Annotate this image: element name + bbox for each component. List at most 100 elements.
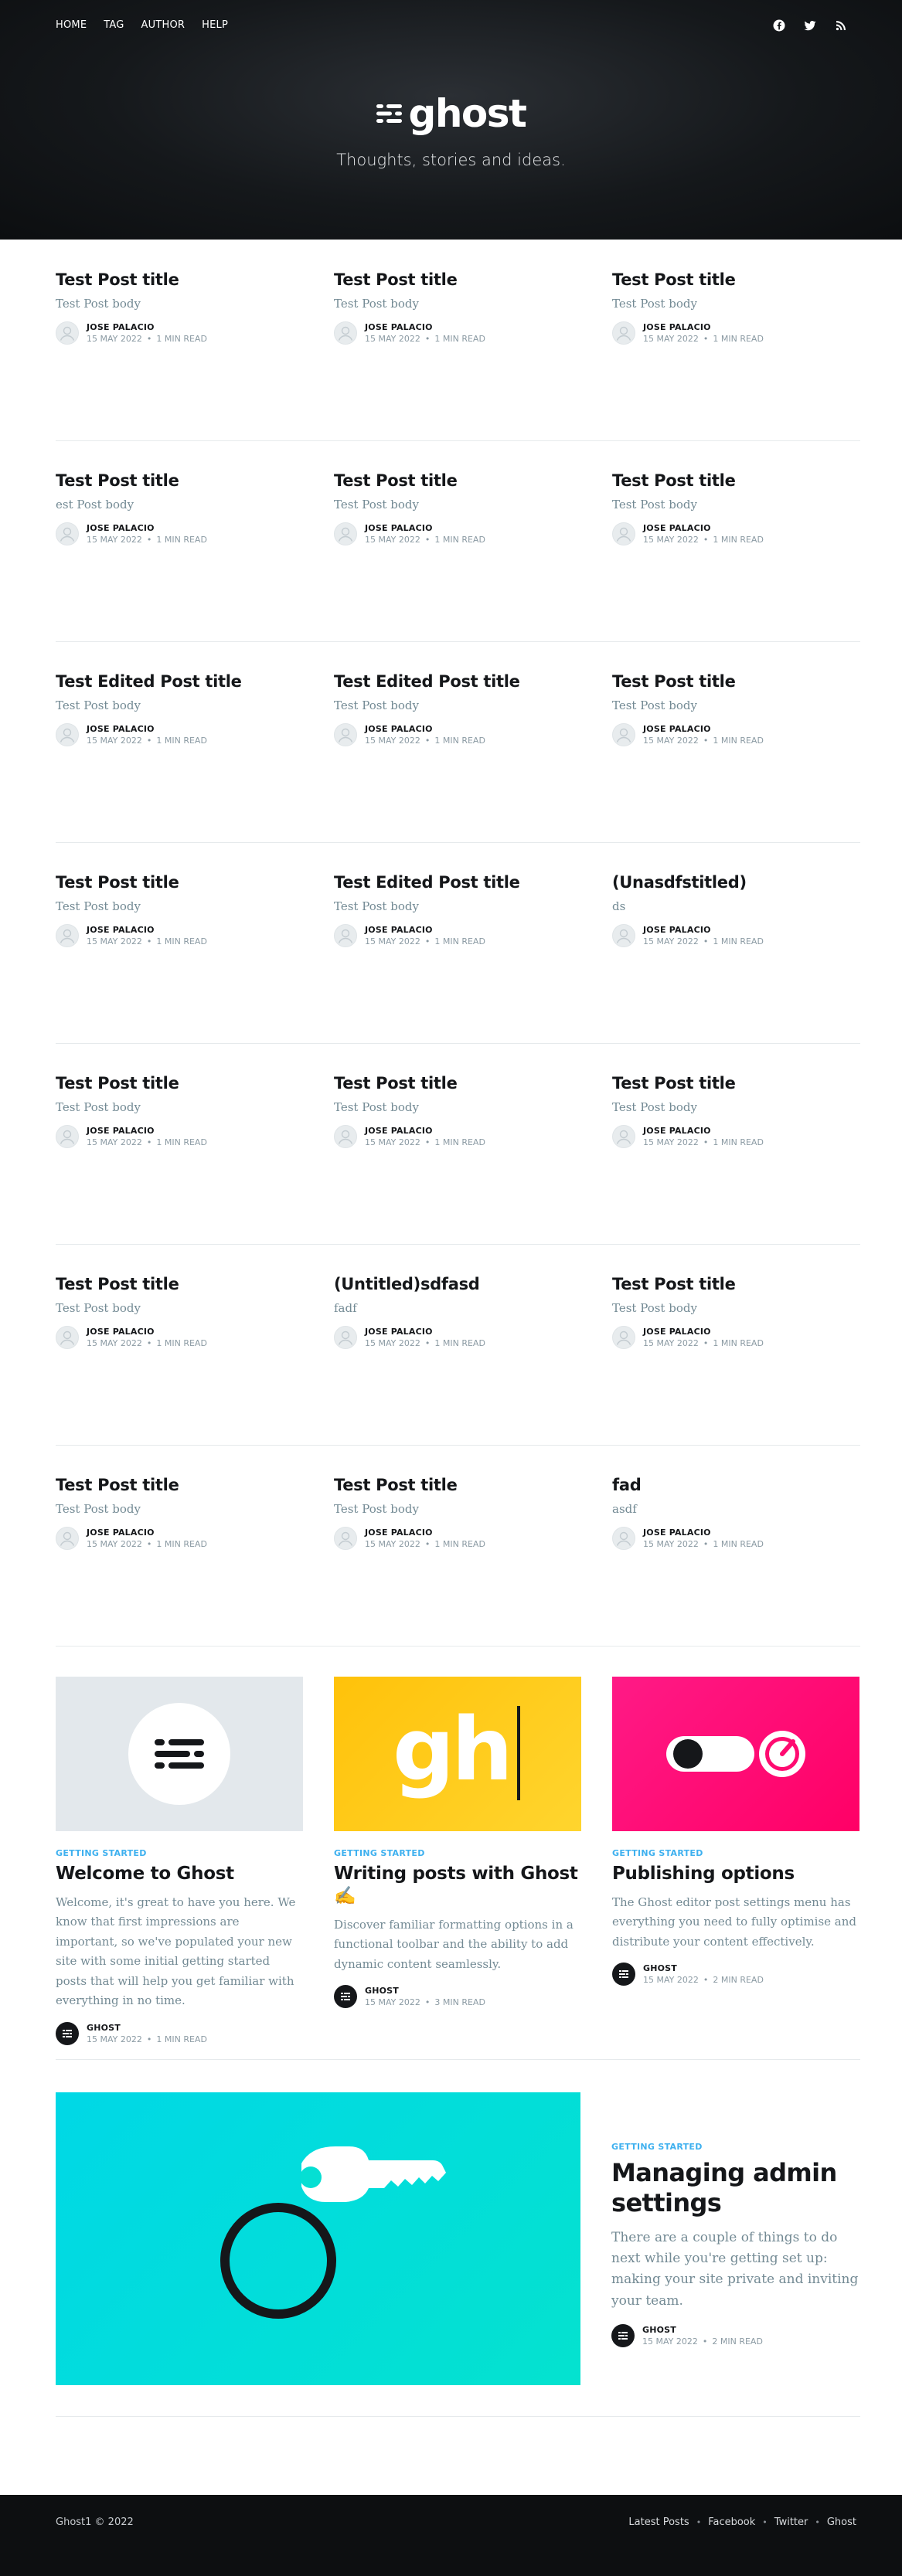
author-name[interactable]: GHOST — [87, 2023, 207, 2033]
post-card[interactable]: Test Edited Post title Test Post body JO… — [334, 672, 581, 747]
post-title[interactable]: Test Edited Post title — [334, 672, 581, 692]
post-title[interactable]: Test Post title — [56, 270, 303, 290]
post-card[interactable]: Test Post title Test Post body JOSE PALA… — [56, 1275, 303, 1350]
author-name[interactable]: JOSE PALACIO — [643, 322, 764, 332]
post-card[interactable]: Test Post title Test Post body JOSE PALA… — [56, 270, 303, 345]
author-avatar[interactable] — [611, 2323, 635, 2347]
post-card[interactable]: Test Edited Post title Test Post body JO… — [56, 672, 303, 747]
site-logo[interactable]: ghost — [0, 94, 902, 133]
rss-icon[interactable] — [834, 19, 848, 32]
post-tag[interactable]: GETTING STARTED — [334, 1848, 581, 1858]
post-card[interactable]: Test Post title Test Post body JOSE PALA… — [334, 270, 581, 345]
post-card[interactable]: Test Edited Post title Test Post body JO… — [334, 873, 581, 948]
author-name[interactable]: GHOST — [643, 1963, 764, 1973]
author-avatar[interactable] — [334, 522, 357, 546]
author-name[interactable]: JOSE PALACIO — [87, 523, 207, 533]
author-name[interactable]: JOSE PALACIO — [365, 1528, 485, 1538]
feature-image[interactable]: gh — [334, 1677, 581, 1831]
post-title[interactable]: Test Post title — [56, 1275, 303, 1294]
post-title[interactable]: (Unasdfstitled) — [612, 873, 859, 892]
author-avatar[interactable] — [334, 321, 357, 345]
author-avatar[interactable] — [612, 1326, 635, 1350]
post-card[interactable]: (Unasdfstitled) ds JOSE PALACIO 15 MAY 20… — [612, 873, 859, 948]
post-title[interactable]: Test Edited Post title — [334, 873, 581, 892]
author-name[interactable]: JOSE PALACIO — [365, 1126, 485, 1136]
post-card[interactable]: Test Post title Test Post body JOSE PALA… — [612, 1074, 859, 1149]
author-name[interactable]: JOSE PALACIO — [365, 523, 485, 533]
post-title[interactable]: Test Post title — [334, 1476, 581, 1495]
post-tag[interactable]: GETTING STARTED — [612, 1848, 859, 1858]
post-title[interactable]: Test Post title — [56, 1476, 303, 1495]
post-title[interactable]: Managing admin settings — [611, 2158, 859, 2218]
post-title[interactable]: fad — [612, 1476, 859, 1495]
author-name[interactable]: JOSE PALACIO — [643, 1126, 764, 1136]
nav-tag[interactable]: TAG — [104, 19, 124, 31]
post-title[interactable]: Test Post title — [612, 1074, 859, 1093]
nav-author[interactable]: AUTHOR — [141, 19, 186, 31]
post-tag[interactable]: GETTING STARTED — [56, 1848, 303, 1858]
post-card[interactable]: (Untitled)sdfasd fadf JOSE PALACIO 15 MAY… — [334, 1275, 581, 1350]
post-title[interactable]: Test Post title — [612, 1275, 859, 1294]
author-name[interactable]: JOSE PALACIO — [87, 1327, 207, 1337]
author-avatar[interactable] — [612, 723, 635, 747]
footer-link-ghost[interactable]: Ghost — [827, 2517, 856, 2528]
post-title[interactable]: Writing posts with Ghost ✍️ — [334, 1863, 581, 1908]
author-avatar[interactable] — [612, 924, 635, 948]
copyright[interactable]: Ghost1 © 2022 — [56, 2517, 134, 2528]
footer-link-latest-posts[interactable]: Latest Posts — [628, 2517, 689, 2528]
author-name[interactable]: GHOST — [642, 2325, 763, 2335]
post-card[interactable]: Test Post title Test Post body JOSE PALA… — [612, 471, 859, 546]
author-avatar[interactable] — [612, 522, 635, 546]
facebook-icon[interactable] — [772, 19, 786, 32]
feature-image[interactable] — [56, 1677, 303, 1831]
author-avatar[interactable] — [56, 321, 79, 345]
post-title[interactable]: Test Post title — [56, 471, 303, 491]
nav-home[interactable]: HOME — [56, 19, 87, 31]
post-card[interactable]: Test Post title Test Post body JOSE PALA… — [56, 1476, 303, 1551]
post-tag[interactable]: GETTING STARTED — [611, 2142, 859, 2152]
nav-help[interactable]: HELP — [202, 19, 228, 31]
author-avatar[interactable] — [612, 1527, 635, 1551]
post-title[interactable]: Test Post title — [612, 270, 859, 290]
author-name[interactable]: JOSE PALACIO — [643, 1528, 764, 1538]
author-avatar[interactable] — [334, 1326, 357, 1350]
post-title[interactable]: Test Post title — [56, 1074, 303, 1093]
feature-card-writing[interactable]: gh GETTING STARTED Writing posts with Gh… — [334, 1677, 581, 2008]
author-name[interactable]: JOSE PALACIO — [643, 724, 764, 734]
post-card[interactable]: Test Post title est Post body JOSE PALAC… — [56, 471, 303, 546]
author-name[interactable]: JOSE PALACIO — [643, 1327, 764, 1337]
post-card[interactable]: Test Post title Test Post body JOSE PALA… — [334, 1476, 581, 1551]
post-card[interactable]: Test Post title Test Post body JOSE PALA… — [612, 672, 859, 747]
post-title[interactable]: Welcome to Ghost — [56, 1863, 303, 1885]
author-avatar[interactable] — [612, 321, 635, 345]
post-title[interactable]: (Untitled)sdfasd — [334, 1275, 581, 1294]
author-name[interactable]: JOSE PALACIO — [365, 925, 485, 935]
author-avatar[interactable] — [56, 522, 79, 546]
post-title[interactable]: Test Post title — [612, 471, 859, 491]
author-avatar[interactable] — [334, 924, 357, 948]
post-card[interactable]: fad asdf JOSE PALACIO 15 MAY 2022 • 1 MIN R… — [612, 1476, 859, 1551]
author-avatar[interactable] — [334, 1527, 357, 1551]
post-card[interactable]: Test Post title Test Post body JOSE PALA… — [612, 1275, 859, 1350]
twitter-icon[interactable] — [803, 19, 817, 32]
post-title[interactable]: Publishing options — [612, 1863, 859, 1885]
feature-card-publishing[interactable]: GETTING STARTED Publishing options The G… — [612, 1677, 859, 1986]
author-name[interactable]: GHOST — [365, 1986, 485, 1996]
post-title[interactable]: Test Post title — [334, 1074, 581, 1093]
author-name[interactable]: JOSE PALACIO — [365, 724, 485, 734]
author-avatar[interactable] — [56, 1326, 79, 1350]
feature-image[interactable] — [612, 1677, 859, 1831]
post-title[interactable]: Test Edited Post title — [56, 672, 303, 692]
post-card[interactable]: Test Post title Test Post body JOSE PALA… — [612, 270, 859, 345]
author-name[interactable]: JOSE PALACIO — [365, 322, 485, 332]
author-name[interactable]: JOSE PALACIO — [643, 523, 764, 533]
author-avatar[interactable] — [56, 1125, 79, 1149]
author-name[interactable]: JOSE PALACIO — [87, 1528, 207, 1538]
post-title[interactable]: Test Post title — [612, 672, 859, 692]
post-title[interactable]: Test Post title — [56, 873, 303, 892]
author-name[interactable]: JOSE PALACIO — [643, 925, 764, 935]
author-avatar[interactable] — [334, 1985, 357, 2008]
author-avatar[interactable] — [334, 723, 357, 747]
author-avatar[interactable] — [612, 1125, 635, 1149]
author-avatar[interactable] — [334, 1125, 357, 1149]
